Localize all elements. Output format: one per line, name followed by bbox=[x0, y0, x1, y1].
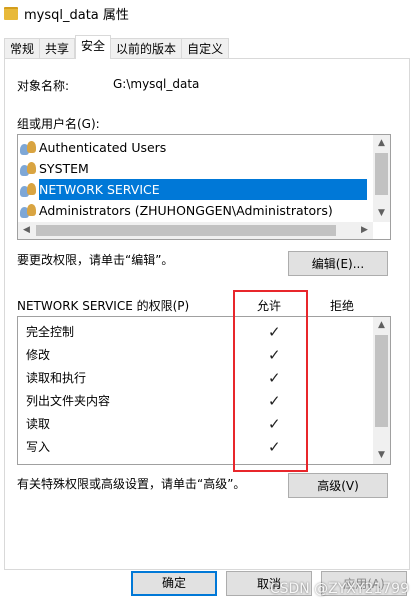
scroll-left-icon[interactable]: ◀ bbox=[18, 222, 35, 239]
permission-row: 读取 bbox=[26, 413, 50, 435]
permissions-title: NETWORK SERVICE 的权限(P) bbox=[17, 299, 190, 313]
users-group-icon bbox=[20, 140, 37, 155]
permissions-list: 完全控制 修改 读取和执行 列出文件夹内容 读取 写入 ✓ ✓ ✓ ✓ ✓ ✓ … bbox=[17, 316, 391, 465]
tab-customize[interactable]: 自定义 bbox=[182, 38, 230, 59]
folder-icon bbox=[4, 6, 18, 20]
highlight-box bbox=[233, 290, 308, 472]
csdn-watermark: CSDN @ZYXY21799 bbox=[269, 581, 409, 597]
groups-listbox[interactable]: Authenticated Users SYSTEM NETWORK SERVI… bbox=[17, 134, 391, 240]
permission-name: 修改 bbox=[26, 348, 51, 362]
list-item[interactable]: SYSTEM bbox=[20, 158, 89, 179]
object-name-value: G:\mysql_data bbox=[113, 77, 200, 91]
deny-column-header: 拒绝 bbox=[330, 299, 355, 313]
permission-name: 读取 bbox=[26, 417, 51, 431]
ok-button[interactable]: 确定 bbox=[131, 571, 217, 596]
scroll-thumb[interactable] bbox=[375, 153, 388, 195]
list-item[interactable]: Administrators (ZHUHONGGEN\Administrator… bbox=[20, 200, 333, 221]
scroll-down-icon[interactable]: ▼ bbox=[373, 447, 390, 464]
permission-row: 完全控制 bbox=[26, 321, 74, 343]
permission-row: 读取和执行 bbox=[26, 367, 86, 389]
scroll-up-icon[interactable]: ▲ bbox=[373, 317, 390, 334]
properties-window: mysql_data 属性 常规 共享 安全 以前的版本 自定义 对象名称: G… bbox=[0, 0, 415, 603]
advanced-hint-text: 有关特殊权限或高级设置，请单击“高级”。 bbox=[17, 477, 246, 491]
permission-row: 列出文件夹内容 bbox=[26, 390, 110, 412]
groups-label: 组或用户名(G): bbox=[17, 117, 100, 131]
scroll-up-icon[interactable]: ▲ bbox=[373, 135, 390, 152]
permission-name: 读取和执行 bbox=[26, 371, 87, 385]
edit-hint-text: 要更改权限，请单击“编辑”。 bbox=[17, 253, 174, 267]
scroll-down-icon[interactable]: ▼ bbox=[373, 205, 390, 222]
users-group-icon bbox=[20, 161, 37, 176]
users-group-icon bbox=[20, 203, 37, 218]
window-title: mysql_data 属性 bbox=[24, 7, 129, 23]
list-item[interactable]: Authenticated Users bbox=[20, 137, 166, 158]
tab-general[interactable]: 常规 bbox=[4, 38, 41, 59]
users-group-icon bbox=[20, 182, 37, 197]
title-bar: mysql_data 属性 bbox=[0, 0, 415, 26]
list-item-label: Authenticated Users bbox=[39, 140, 167, 155]
list-item-label: Administrators (ZHUHONGGEN\Administrator… bbox=[39, 203, 333, 218]
tab-strip: 常规 共享 安全 以前的版本 自定义 bbox=[4, 35, 230, 59]
groups-horizontal-scrollbar[interactable]: ◀ ▶ bbox=[18, 222, 373, 239]
tab-sharing[interactable]: 共享 bbox=[40, 38, 76, 59]
object-name-label: 对象名称: bbox=[17, 79, 70, 93]
groups-vertical-scrollbar[interactable]: ▲ ▼ bbox=[373, 135, 390, 222]
tab-security[interactable]: 安全 bbox=[75, 35, 112, 59]
scroll-thumb[interactable] bbox=[375, 335, 388, 427]
permission-name: 列出文件夹内容 bbox=[26, 394, 111, 408]
edit-button[interactable]: 编辑(E)... bbox=[288, 251, 388, 276]
tab-previous-versions[interactable]: 以前的版本 bbox=[111, 38, 183, 59]
permission-name: 写入 bbox=[26, 440, 51, 454]
list-item-label: NETWORK SERVICE bbox=[39, 179, 367, 200]
list-item-selected[interactable]: NETWORK SERVICE bbox=[20, 179, 367, 200]
permissions-vertical-scrollbar[interactable]: ▲ ▼ bbox=[373, 317, 390, 464]
permission-name: 完全控制 bbox=[26, 325, 75, 339]
scroll-right-icon[interactable]: ▶ bbox=[356, 222, 373, 239]
permission-row: 写入 bbox=[26, 436, 50, 458]
advanced-button[interactable]: 高级(V) bbox=[288, 473, 388, 498]
scroll-thumb[interactable] bbox=[36, 225, 336, 236]
list-item-label: SYSTEM bbox=[39, 161, 89, 176]
security-panel: 对象名称: G:\mysql_data 组或用户名(G): Authentica… bbox=[4, 58, 410, 570]
permission-row: 修改 bbox=[26, 344, 50, 366]
